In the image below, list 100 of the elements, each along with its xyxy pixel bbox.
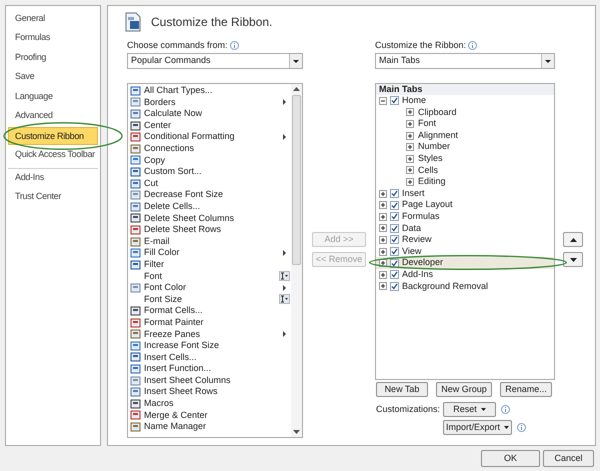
- command-item[interactable]: Font Size: [144, 292, 278, 306]
- command-item[interactable]: Insert Sheet Rows: [144, 385, 278, 399]
- down-arrow-icon: [570, 258, 576, 262]
- command-item[interactable]: Name Manager: [144, 420, 278, 434]
- sidebar-item[interactable]: General: [8, 10, 98, 28]
- command-item[interactable]: Fill Color: [144, 246, 278, 260]
- command-item[interactable]: Calculate Now: [144, 107, 278, 121]
- command-item[interactable]: Format Cells...: [144, 304, 278, 318]
- caret-icon: [480, 408, 486, 411]
- command-item[interactable]: Delete Cells...: [144, 200, 278, 214]
- tree-row[interactable]: Styles: [376, 152, 554, 165]
- caret-icon: [504, 426, 510, 429]
- checkbox[interactable]: [390, 96, 399, 106]
- info-icon: [501, 405, 510, 414]
- checkbox[interactable]: [390, 212, 399, 222]
- expand-icon: [406, 154, 414, 163]
- rename-button[interactable]: Rename...: [500, 382, 552, 397]
- command-item[interactable]: Font: [144, 270, 278, 284]
- sidebar-item[interactable]: Customize Ribbon: [8, 126, 98, 144]
- command-item[interactable]: Macros: [144, 397, 278, 411]
- info-icon: [468, 41, 478, 50]
- sidebar-item[interactable]: Add-Ins: [8, 168, 98, 186]
- command-item[interactable]: Delete Sheet Rows: [144, 223, 278, 237]
- sidebar-item[interactable]: Quick Access Toolbar: [8, 146, 98, 164]
- command-item[interactable]: Delete Sheet Columns: [144, 212, 278, 226]
- checkbox[interactable]: [390, 235, 399, 244]
- command-item[interactable]: All Chart Types...: [144, 84, 278, 98]
- expand-icon: [379, 270, 387, 279]
- expand-icon: [406, 108, 414, 116]
- command-item[interactable]: E-mail: [144, 234, 278, 248]
- tree-row[interactable]: Page Layout: [376, 199, 554, 211]
- command-item[interactable]: Center: [144, 118, 278, 132]
- command-item[interactable]: Filter: [144, 258, 278, 272]
- command-item[interactable]: Cut: [144, 176, 278, 190]
- field-label: Customizations:: [376, 402, 442, 416]
- checkbox[interactable]: [390, 189, 399, 198]
- checkbox[interactable]: [390, 258, 399, 268]
- command-item[interactable]: Connections: [144, 142, 278, 156]
- command-item[interactable]: Merge & Center: [144, 408, 278, 422]
- sidebar-item[interactable]: Language: [8, 88, 98, 106]
- sidebar-item[interactable]: Advanced: [8, 107, 98, 125]
- tree-row[interactable]: View: [376, 246, 554, 258]
- dropdown-arrow-icon: [293, 60, 299, 62]
- tree-row[interactable]: Add-Ins: [376, 268, 554, 280]
- move-up-button[interactable]: [563, 232, 583, 247]
- tree-row[interactable]: Number: [376, 141, 554, 153]
- new-group-button[interactable]: New Group: [436, 382, 492, 397]
- command-item[interactable]: Copy: [144, 154, 278, 168]
- sidebar-item[interactable]: Proofing: [8, 48, 98, 66]
- up-arrow-icon: [570, 238, 576, 242]
- field-label: Choose commands from:: [127, 38, 228, 52]
- scrollbar[interactable]: [291, 84, 302, 437]
- tree-row[interactable]: Font: [376, 118, 554, 130]
- expand-icon: [406, 178, 414, 186]
- expand-icon: [406, 132, 414, 140]
- checkbox[interactable]: [390, 282, 399, 291]
- command-item[interactable]: Insert Sheet Columns: [144, 374, 278, 388]
- dropdown[interactable]: Main Tabs: [375, 53, 555, 69]
- scroll-up-arrow-icon[interactable]: [293, 86, 300, 92]
- checkbox[interactable]: [390, 224, 399, 233]
- tree-row[interactable]: Insert: [376, 188, 554, 200]
- command-item[interactable]: Font Color: [144, 281, 278, 295]
- reset-button[interactable]: Reset: [443, 402, 496, 417]
- dropdown[interactable]: Popular Commands: [127, 53, 303, 69]
- tree-row[interactable]: Data: [376, 222, 554, 234]
- command-item[interactable]: Conditional Formatting: [144, 130, 278, 144]
- collapse-icon: [379, 96, 387, 105]
- checkbox[interactable]: [390, 270, 399, 280]
- dropdown-arrow-icon: [545, 60, 551, 62]
- command-item[interactable]: Borders: [144, 96, 278, 110]
- expand-icon: [379, 236, 387, 244]
- sidebar-item[interactable]: Trust Center: [8, 188, 98, 206]
- tree-header: Main Tabs: [376, 84, 554, 95]
- info-icon: [517, 423, 526, 432]
- checkbox[interactable]: [390, 247, 399, 256]
- command-item[interactable]: Decrease Font Size: [144, 188, 278, 202]
- ok-button[interactable]: OK: [481, 450, 540, 467]
- sidebar-item[interactable]: Formulas: [8, 29, 98, 47]
- command-item[interactable]: Insert Function...: [144, 362, 278, 376]
- tree-row[interactable]: Alignment: [376, 130, 554, 142]
- tree-row[interactable]: Home: [376, 95, 554, 107]
- tree-row[interactable]: Review: [376, 234, 554, 246]
- checkbox[interactable]: [390, 200, 399, 210]
- tree-row[interactable]: Formulas: [376, 210, 554, 223]
- scroll-down-arrow-icon[interactable]: [293, 429, 300, 435]
- command-item[interactable]: Freeze Panes: [144, 328, 278, 342]
- command-item[interactable]: Insert Cells...: [144, 350, 278, 364]
- move-down-button[interactable]: [563, 252, 583, 267]
- import-export-button[interactable]: Import/Export: [443, 420, 512, 435]
- sidebar-item[interactable]: Save: [8, 68, 98, 86]
- tree-row[interactable]: Cells: [376, 164, 554, 176]
- tree-row[interactable]: Background Removal: [376, 280, 554, 292]
- scrollbar-thumb[interactable]: [292, 95, 301, 265]
- tree-row[interactable]: Clipboard: [376, 106, 554, 118]
- tree-row[interactable]: Editing: [376, 176, 554, 188]
- cancel-button[interactable]: Cancel: [543, 450, 594, 467]
- new-tab-button[interactable]: New Tab: [376, 382, 428, 397]
- command-item[interactable]: Custom Sort...: [144, 165, 278, 179]
- command-item[interactable]: Format Painter: [144, 316, 278, 330]
- command-item[interactable]: Increase Font Size: [144, 339, 278, 353]
